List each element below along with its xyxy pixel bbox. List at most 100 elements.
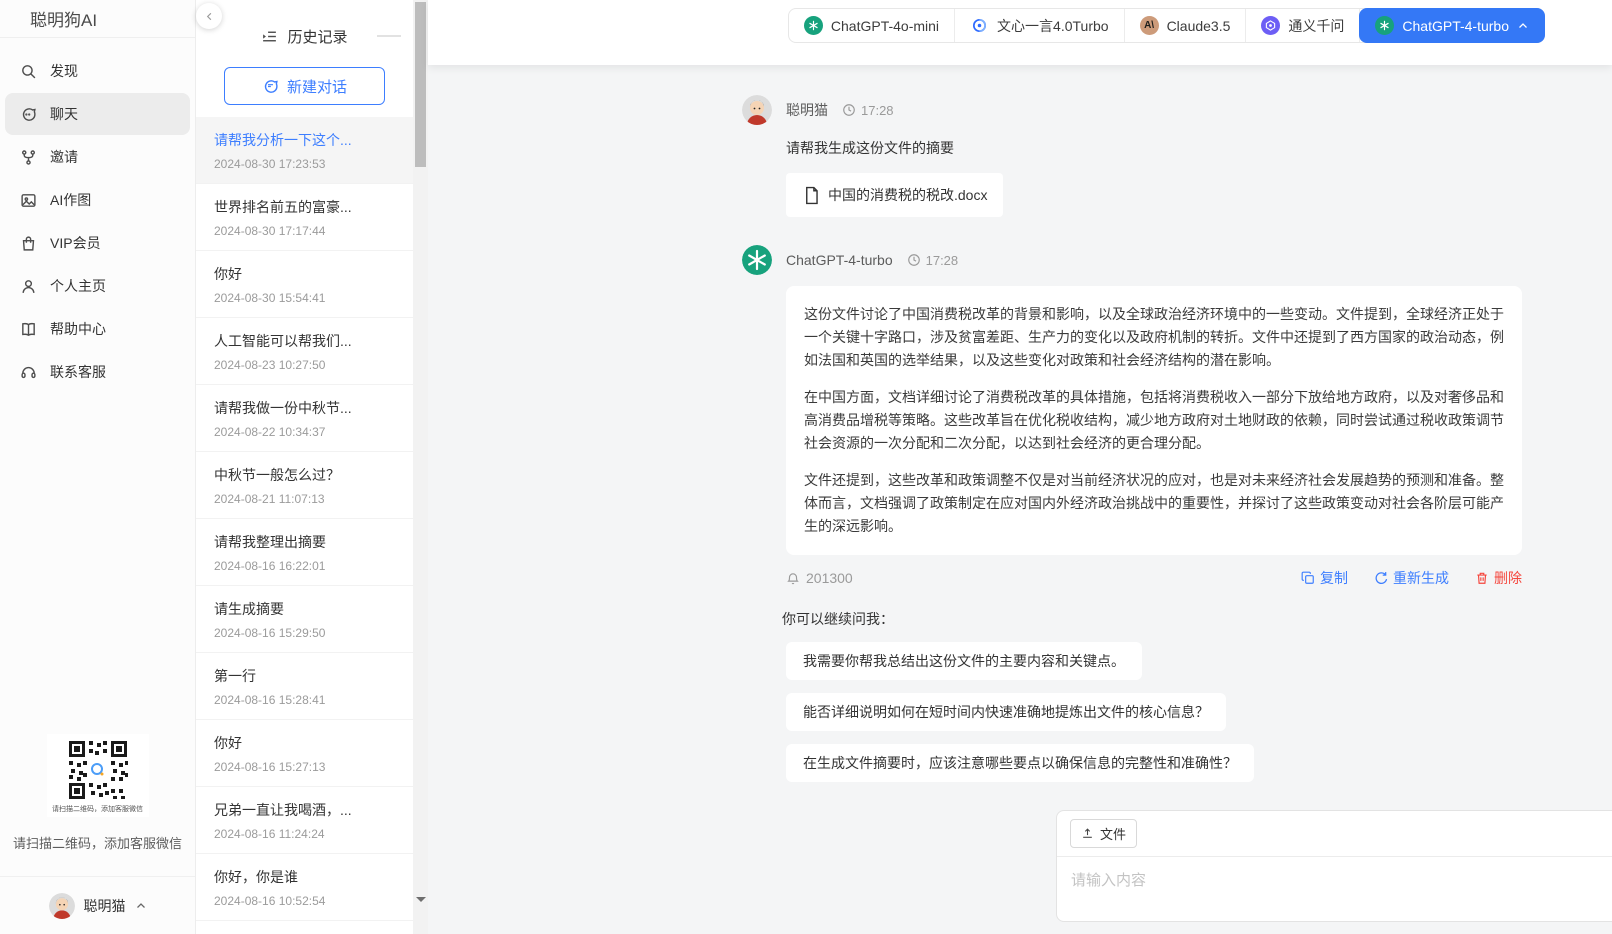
- history-item[interactable]: 世界排名前五的富豪... 2024-08-30 17:17:44: [196, 184, 413, 251]
- history-item[interactable]: 第一行 2024-08-16 15:28:41: [196, 653, 413, 720]
- tab-chatgpt-4o-mini[interactable]: ChatGPT-4o-mini: [789, 9, 955, 42]
- sidebar-item-support[interactable]: 联系客服: [5, 351, 190, 393]
- sidebar-item-label: VIP会员: [50, 233, 101, 253]
- document-icon: [802, 186, 821, 205]
- trash-icon: [1475, 571, 1489, 585]
- chat-scroll-area[interactable]: 聪明猫 17:28 请帮我生成这份文件的摘要 中国的消费税的税改.docx: [428, 65, 1612, 934]
- history-item[interactable]: 中秋节一般怎么过？ 2024-08-21 11:07:13: [196, 452, 413, 519]
- history-scrollbar[interactable]: [413, 0, 428, 934]
- message-actions: 复制 重新生成 删除: [1301, 568, 1522, 588]
- claude-icon: A\: [1140, 16, 1159, 35]
- image-icon: [20, 192, 37, 209]
- sidebar-item-help[interactable]: 帮助中心: [5, 308, 190, 350]
- sidebar: 聪明狗AI 发现 聊天 邀请 AI作图 VIP会员: [0, 0, 196, 934]
- token-count: 201300: [786, 570, 853, 586]
- assistant-paragraph: 这份文件讨论了中国消费税改革的背景和影响，以及全球政治经济环境中的一些变动。文件…: [804, 303, 1504, 372]
- copy-button[interactable]: 复制: [1301, 568, 1348, 588]
- followup-label: 你可以继续问我：: [782, 609, 1534, 629]
- history-item[interactable]: 兄弟一直让我喝酒，... 2024-08-16 11:24:24: [196, 787, 413, 854]
- sender-name: ChatGPT-4-turbo: [786, 252, 893, 268]
- sidebar-item-discover[interactable]: 发现: [5, 50, 190, 92]
- history-item[interactable]: 你好 2024-08-30 15:54:41: [196, 251, 413, 318]
- sidebar-item-label: 帮助中心: [50, 319, 106, 339]
- assistant-message-bubble: 这份文件讨论了中国消费税改革的背景和影响，以及全球政治经济环境中的一些变动。文件…: [786, 286, 1522, 555]
- sidebar-item-chat[interactable]: 聊天: [5, 93, 190, 135]
- scrollbar-down-arrow[interactable]: [416, 897, 426, 902]
- tab-wenxinyiyan[interactable]: 文心一言4.0Turbo: [955, 9, 1125, 42]
- suggestion-list: 我需要你帮我总结出这份文件的主要内容和关键点。 能否详细说明如何在短时间内快速准…: [786, 642, 1534, 782]
- history-item[interactable]: 请帮我整理出摘要 2024-08-16 16:22:01: [196, 519, 413, 586]
- book-icon: [20, 321, 37, 338]
- history-item[interactable]: 人工智能可以帮我们... 2024-08-23 10:27:50: [196, 318, 413, 385]
- suggestion-chip[interactable]: 我需要你帮我总结出这份文件的主要内容和关键点。: [786, 642, 1142, 680]
- history-item[interactable]: 你好，你是谁 2024-08-16 10:52:54: [196, 854, 413, 921]
- message-time: 17:28: [842, 103, 894, 118]
- bell-icon: [786, 571, 800, 586]
- sidebar-item-ai-draw[interactable]: AI作图: [5, 179, 190, 221]
- history-item[interactable]: 请帮我分析一下这个... 2024-08-30 17:23:53: [196, 117, 413, 184]
- chevron-up-icon: [1517, 20, 1529, 32]
- user-message-text: 请帮我生成这份文件的摘要: [786, 138, 1534, 158]
- app-logo: 聪明狗AI: [0, 0, 195, 38]
- regenerate-button[interactable]: 重新生成: [1374, 568, 1449, 588]
- qr-section: 请扫描二维码，添加客服微信 请扫描二维码，添加客服微信: [0, 734, 195, 852]
- suggestion-chip[interactable]: 能否详细说明如何在短时间内快速准确地提炼出文件的核心信息？: [786, 693, 1226, 731]
- assistant-paragraph: 在中国方面，文档详细讨论了消费税改革的具体措施，包括将消费税收入一部分下放给地方…: [804, 386, 1504, 455]
- qr-caption: 请扫描二维码，添加客服微信: [0, 833, 195, 852]
- history-panel: 历史记录 新建对话 请帮我分析一下这个... 2024-08-30 17:23:…: [196, 0, 413, 934]
- collapse-panel-button[interactable]: [196, 3, 222, 29]
- account-menu[interactable]: 聪明猫: [0, 876, 195, 934]
- scrollbar-thumb[interactable]: [415, 2, 426, 167]
- sidebar-item-label: 邀请: [50, 147, 78, 167]
- chevron-up-icon: [135, 900, 147, 912]
- history-title: 历史记录: [287, 26, 347, 47]
- branch-icon: [20, 149, 37, 166]
- upload-file-button[interactable]: 文件: [1070, 819, 1137, 848]
- openai-icon: [804, 16, 823, 35]
- wenxin-icon: [970, 16, 989, 35]
- qr-code-image: [67, 739, 129, 801]
- sidebar-item-profile[interactable]: 个人主页: [5, 265, 190, 307]
- composer-toolbar: 文件: [1057, 811, 1612, 857]
- upload-icon: [1081, 827, 1094, 840]
- model-tab-group: ChatGPT-4o-mini 文心一言4.0Turbo A\ Claude3.…: [788, 8, 1545, 43]
- message-meta-row: 201300 复制 重新生成: [786, 568, 1522, 588]
- tab-chatgpt-4-turbo[interactable]: ChatGPT-4-turbo: [1359, 8, 1545, 43]
- delete-button[interactable]: 删除: [1475, 568, 1522, 588]
- sidebar-item-label: 个人主页: [50, 276, 106, 296]
- assistant-message: ChatGPT-4-turbo 17:28 这份文件讨论了中国消费税改革的背景和…: [742, 245, 1534, 782]
- clock-icon: [907, 253, 921, 267]
- new-chat-button[interactable]: 新建对话: [224, 67, 385, 105]
- composer: 文件: [1056, 810, 1612, 922]
- tab-claude-3-5[interactable]: A\ Claude3.5: [1125, 9, 1247, 42]
- history-item[interactable]: 请生成摘要 2024-08-16 15:29:50: [196, 586, 413, 653]
- history-list-icon: [261, 28, 278, 45]
- clock-icon: [842, 103, 856, 117]
- account-name: 聪明猫: [84, 896, 126, 916]
- new-chat-bubble-icon: [262, 78, 279, 95]
- chat-bubble-icon: [20, 106, 37, 123]
- bag-icon: [20, 235, 37, 252]
- message-input[interactable]: [1057, 857, 1612, 921]
- sidebar-item-invite[interactable]: 邀请: [5, 136, 190, 178]
- message-time: 17:28: [907, 253, 959, 268]
- tab-tongyi-qianwen[interactable]: 通义千问: [1246, 9, 1360, 42]
- person-icon: [20, 278, 37, 295]
- file-name: 中国的消费税的税改.docx: [828, 185, 987, 205]
- history-header: 历史记录: [196, 0, 413, 47]
- user-avatar: [49, 893, 75, 919]
- sidebar-item-label: AI作图: [50, 190, 91, 210]
- assistant-avatar-openai: [742, 245, 772, 275]
- attached-file-chip[interactable]: 中国的消费税的税改.docx: [786, 173, 1003, 217]
- openai-icon: [1375, 16, 1394, 35]
- qr-card: 请扫描二维码，添加客服微信: [47, 734, 149, 817]
- sidebar-item-vip[interactable]: VIP会员: [5, 222, 190, 264]
- history-item[interactable]: 你好 2024-08-16 15:27:13: [196, 720, 413, 787]
- suggestion-chip[interactable]: 在生成文件摘要时，应该注意哪些要点以确保信息的完整性和准确性？: [786, 744, 1254, 782]
- sidebar-item-label: 发现: [50, 61, 78, 81]
- search-icon: [20, 63, 37, 80]
- sidebar-item-label: 联系客服: [50, 362, 106, 382]
- headset-icon: [20, 364, 37, 381]
- app-window: 聪明狗AI 发现 聊天 邀请 AI作图 VIP会员: [0, 0, 1612, 934]
- history-item[interactable]: 请帮我做一份中秋节... 2024-08-22 10:34:37: [196, 385, 413, 452]
